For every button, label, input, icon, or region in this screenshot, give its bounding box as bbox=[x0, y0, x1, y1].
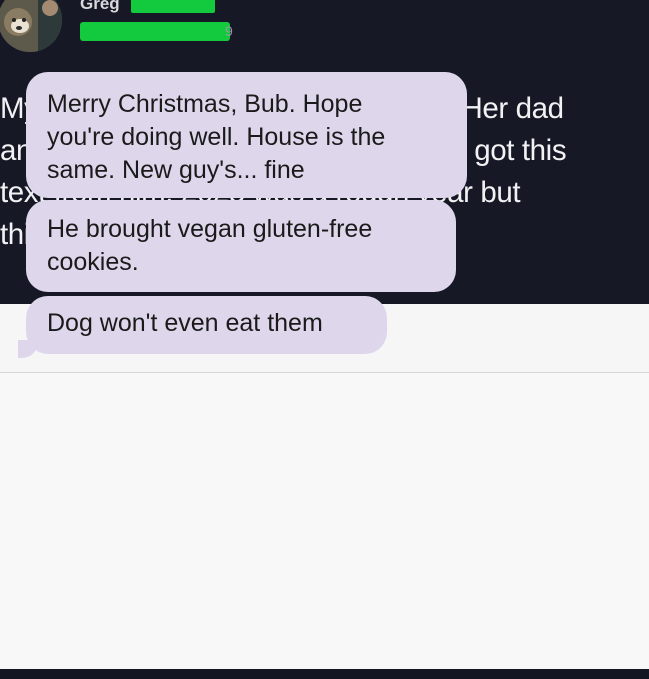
message-line: same. New guy's... fine bbox=[47, 156, 305, 184]
message-line: Dog won't even eat them bbox=[47, 309, 323, 337]
username[interactable]: Greg bbox=[80, 0, 120, 14]
message-thread bbox=[0, 373, 649, 679]
message-screenshot: Bill› bbox=[0, 304, 649, 679]
dog-photo-icon bbox=[0, 0, 62, 52]
message-line: you're doing well. House is the bbox=[47, 123, 386, 151]
avatar[interactable] bbox=[0, 0, 62, 52]
bottom-edge bbox=[0, 669, 649, 679]
redaction-bar bbox=[80, 22, 230, 41]
message-line: He brought vegan gluten-free bbox=[47, 215, 373, 243]
message-line: cookies. bbox=[47, 248, 139, 276]
message-line: Merry Christmas, Bub. Hope bbox=[47, 90, 363, 118]
handle-suffix: 9 bbox=[225, 23, 233, 39]
message-bubble[interactable]: Merry Christmas, Bub. Hope you're doing … bbox=[26, 72, 467, 198]
redaction-bar bbox=[131, 0, 215, 13]
message-bubble[interactable]: Dog won't even eat them bbox=[26, 296, 387, 354]
message-bubble[interactable]: He brought vegan gluten-free cookies. bbox=[26, 200, 456, 292]
